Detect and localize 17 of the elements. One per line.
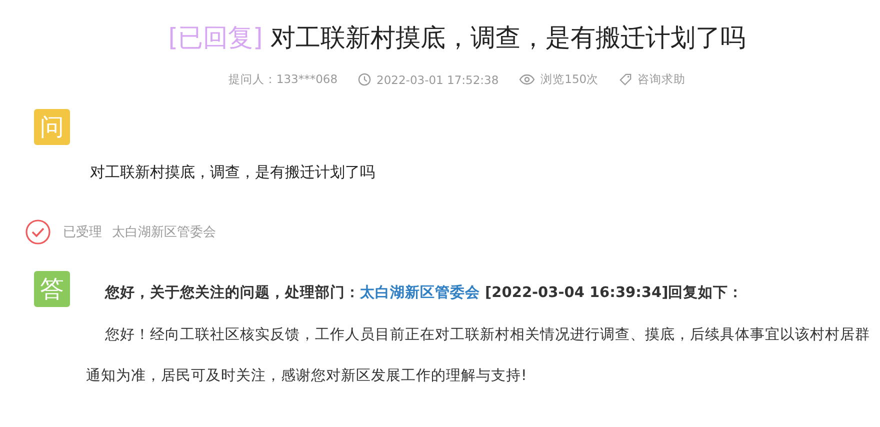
department-label: 太白湖新区管委会 bbox=[112, 224, 216, 241]
post-time: 2022-03-01 17:52:38 bbox=[376, 72, 499, 86]
department-link[interactable]: 太白湖新区管委会 bbox=[360, 284, 480, 300]
question-text: 对工联新村摸底，调查，是有搬迁计划了吗 bbox=[90, 162, 376, 183]
tag-icon bbox=[618, 73, 632, 86]
view-count: 浏览150次 bbox=[540, 72, 599, 87]
category-label: 咨询求助 bbox=[638, 72, 686, 87]
answer-badge: 答 bbox=[34, 271, 70, 307]
question-title: [已回复] 对工联新村摸底，调查，是有搬迁计划了吗 bbox=[168, 22, 746, 54]
check-circle-icon bbox=[25, 219, 51, 245]
answer-heading: 您好，关于您关注的问题，处理部门：太白湖新区管委会 [2022-03-04 16:39:34]回复如下： bbox=[105, 283, 744, 302]
asker-label: 提问人：133***068 bbox=[228, 72, 338, 87]
clock-icon bbox=[358, 73, 371, 86]
answer-text: 您好！经向工联社区核实反馈，工作人员目前正在对工联新村相关情况进行调查、摸底，后续具体事宜以该村村居群通知为准，居民可及时关注，感谢您对新区发展工作的理解与支持! bbox=[86, 326, 870, 386]
status-label: 已受理 bbox=[63, 224, 102, 241]
eye-icon bbox=[518, 74, 535, 85]
question-badge: 问 bbox=[34, 109, 70, 145]
